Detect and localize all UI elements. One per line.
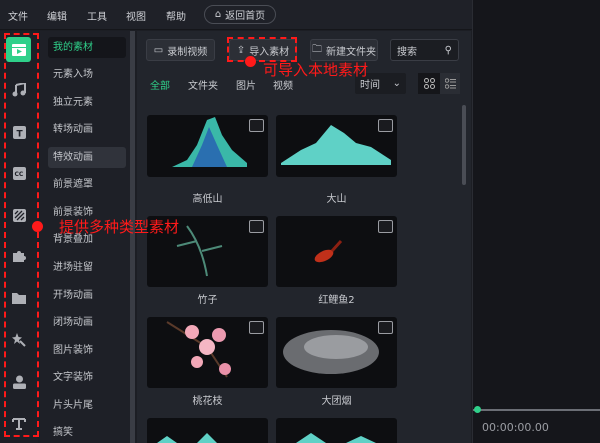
media-label: 高低山 bbox=[192, 194, 223, 205]
media-thumbnail[interactable] bbox=[147, 115, 268, 177]
list-view-icon[interactable] bbox=[440, 73, 460, 94]
menu-view[interactable]: 视图 bbox=[126, 8, 146, 23]
image-icon bbox=[249, 119, 264, 132]
category-item[interactable]: 片头片尾 bbox=[48, 395, 126, 416]
new-folder-label: 新建文件夹 bbox=[326, 46, 376, 58]
image-icon bbox=[378, 119, 393, 132]
home-label: 返回首页 bbox=[225, 11, 266, 22]
search-icon: ⚲ bbox=[444, 44, 452, 56]
category-item[interactable]: 进场驻留 bbox=[48, 257, 126, 278]
tab-all[interactable]: 全部 bbox=[150, 77, 170, 92]
category-item[interactable]: 开场动画 bbox=[48, 285, 126, 306]
image-icon bbox=[378, 220, 393, 233]
menu-tools[interactable]: 工具 bbox=[87, 8, 107, 23]
media-label: 竹子 bbox=[197, 295, 218, 306]
menu-file[interactable]: 文件 bbox=[8, 8, 28, 23]
category-item[interactable]: 转场动画 bbox=[48, 119, 126, 140]
category-item[interactable]: 闭场动画 bbox=[48, 312, 126, 333]
annotation-types-text: 提供多种类型素材 bbox=[59, 218, 180, 236]
media-label: 红鲤鱼2 bbox=[318, 295, 355, 306]
category-item[interactable]: 前景遮罩 bbox=[48, 174, 126, 195]
record-video-button[interactable]: ▭ 录制视频 bbox=[146, 39, 215, 61]
new-folder-icon: 🗀 bbox=[312, 43, 322, 55]
category-list: 我的素材 元素入场 独立元素 转场动画 特效动画 前景遮罩 前景装饰 背景叠加 … bbox=[40, 31, 130, 443]
search-placeholder: 搜索 bbox=[397, 46, 417, 58]
media-scrollbar[interactable] bbox=[462, 105, 466, 185]
image-icon bbox=[249, 220, 264, 233]
new-folder-button[interactable]: 🗀 新建文件夹 bbox=[310, 39, 378, 61]
home-icon: ⌂ bbox=[214, 9, 222, 20]
annotation-dot bbox=[32, 221, 43, 232]
tab-folder[interactable]: 文件夹 bbox=[188, 77, 218, 92]
media-label: 大山 bbox=[326, 194, 347, 205]
search-input[interactable]: 搜索 ⚲ bbox=[390, 39, 459, 61]
category-item[interactable]: 文字装饰 bbox=[48, 367, 126, 388]
home-button[interactable]: ⌂ 返回首页 bbox=[204, 5, 276, 24]
playhead[interactable] bbox=[474, 406, 481, 413]
menu-help[interactable]: 帮助 bbox=[166, 8, 186, 23]
annotation-dot bbox=[245, 56, 256, 67]
category-item-hover[interactable]: 特效动画 bbox=[48, 147, 126, 168]
category-item-active[interactable]: 我的素材 bbox=[48, 37, 126, 58]
media-thumbnail[interactable] bbox=[276, 115, 397, 177]
chevron-down-icon: ⌄ bbox=[392, 78, 401, 89]
camera-icon: ▭ bbox=[153, 44, 164, 56]
media-label: 大团烟 bbox=[321, 396, 352, 407]
tab-image[interactable]: 图片 bbox=[236, 77, 256, 92]
category-scrollbar[interactable] bbox=[130, 31, 135, 443]
grid-view-icon[interactable] bbox=[418, 73, 440, 94]
timecode: 00:00:00.00 bbox=[482, 421, 549, 434]
media-thumbnail[interactable] bbox=[276, 317, 397, 388]
annotation-import-text: 可导入本地素材 bbox=[263, 61, 369, 79]
category-item[interactable]: 元素入场 bbox=[48, 64, 126, 85]
preview-panel: 00:00:00.00 bbox=[472, 0, 600, 443]
media-thumbnail[interactable] bbox=[147, 317, 268, 388]
media-thumbnail[interactable] bbox=[276, 216, 397, 287]
category-item[interactable]: 独立元素 bbox=[48, 92, 126, 113]
media-label: 桃花枝 bbox=[192, 396, 223, 407]
category-item[interactable]: 图片装饰 bbox=[48, 340, 126, 361]
category-item[interactable]: 搞笑 bbox=[48, 422, 126, 443]
image-icon bbox=[378, 321, 393, 334]
timeline-track[interactable] bbox=[473, 409, 600, 411]
record-label: 录制视频 bbox=[167, 46, 208, 58]
menu-edit[interactable]: 编辑 bbox=[47, 8, 67, 23]
media-thumbnail[interactable] bbox=[276, 418, 397, 443]
annotation-box-rail bbox=[4, 33, 39, 437]
media-thumbnail[interactable] bbox=[147, 418, 268, 443]
image-icon bbox=[249, 321, 264, 334]
